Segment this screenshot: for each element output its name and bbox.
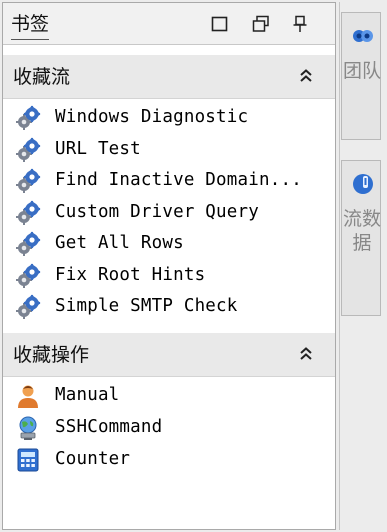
list-item-label: Custom Driver Query (55, 201, 259, 222)
list-item-label: Simple SMTP Check (55, 296, 238, 316)
globe-computer-icon (15, 415, 41, 441)
bookmarks-panel-header: 书签 (3, 3, 335, 45)
favorite-flows-title: 收藏流 (13, 66, 71, 88)
gear-flow-icon (15, 263, 41, 289)
bookmarks-panel-title: 书签 (11, 9, 50, 40)
list-item[interactable]: Windows Diagnostic (3, 101, 335, 133)
list-item-label: Find Inactive Domain... (55, 170, 302, 190)
list-item-label: Counter (55, 449, 131, 469)
list-item-label: Get All Rows (55, 233, 184, 253)
list-item-label: URL Test (55, 138, 141, 159)
side-tab-flow-data-label: 流数据 (342, 208, 381, 254)
list-item[interactable]: Get All Rows (3, 227, 335, 259)
calculator-icon (15, 447, 41, 473)
bookmarks-panel: 书签 收藏流 Windows Diagnostic URL Test Find … (2, 2, 336, 530)
favorite-actions-title: 收藏操作 (13, 344, 90, 366)
pin-icon[interactable] (290, 14, 310, 34)
restore-icon[interactable] (251, 14, 271, 34)
side-tab-strip: 团队 流数据 (337, 2, 385, 530)
double-chevron-up-icon[interactable] (297, 67, 315, 85)
person-icon (15, 383, 41, 409)
list-item[interactable]: Counter (3, 443, 335, 475)
side-tab-divider (339, 2, 340, 530)
gear-flow-icon (15, 200, 41, 226)
favorite-actions-header[interactable]: 收藏操作 (3, 333, 335, 377)
window-icon[interactable] (210, 14, 230, 34)
list-item-label: Manual (55, 385, 120, 405)
flow-data-icon (350, 171, 376, 197)
gear-flow-icon (15, 168, 41, 194)
side-tab-flow-data[interactable]: 流数据 (341, 160, 381, 316)
list-item[interactable]: URL Test (3, 133, 335, 165)
gear-flow-icon (15, 105, 41, 131)
list-item[interactable]: Find Inactive Domain... (3, 164, 335, 196)
favorite-flows-header[interactable]: 收藏流 (3, 55, 335, 99)
list-item-label: Windows Diagnostic (55, 107, 249, 127)
app-root: 书签 收藏流 Windows Diagnostic URL Test Find … (0, 0, 387, 532)
side-tab-team[interactable]: 团队 (341, 12, 381, 140)
gear-flow-icon (15, 294, 41, 320)
list-item[interactable]: Fix Root Hints (3, 259, 335, 291)
list-item-label: Fix Root Hints (55, 264, 206, 285)
list-item-label: SSHCommand (55, 417, 163, 437)
list-item[interactable]: SSHCommand (3, 411, 335, 443)
gear-flow-icon (15, 137, 41, 163)
side-tab-team-label: 团队 (342, 60, 381, 82)
gear-flow-icon (15, 231, 41, 257)
list-item[interactable]: Custom Driver Query (3, 196, 335, 228)
double-chevron-up-icon[interactable] (297, 345, 315, 363)
list-item[interactable]: Simple SMTP Check (3, 290, 335, 322)
list-item[interactable]: Manual (3, 379, 335, 411)
team-icon (350, 23, 376, 49)
